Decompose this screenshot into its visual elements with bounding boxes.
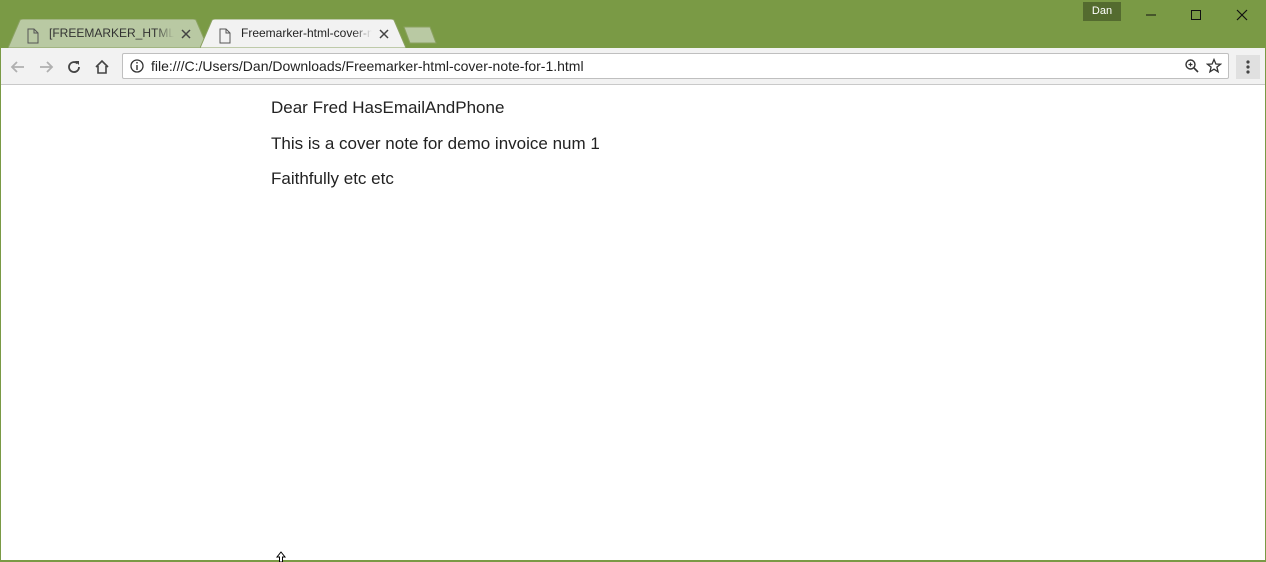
salutation-text: Dear Fred HasEmailAndPhone [271, 98, 505, 117]
tab-title: [FREEMARKER_HTML] Freemarker-html-cover-… [49, 26, 174, 40]
body-text: This is a cover note for demo invoice nu… [271, 134, 600, 153]
address-url[interactable]: file:///C:/Users/Dan/Downloads/Freemarke… [151, 54, 584, 78]
tab-freemarker-html[interactable]: [FREEMARKER_HTML] Freemarker-html-cover-… [8, 19, 208, 48]
closing-text: Faithfully etc etc [271, 169, 394, 188]
tab-freemarker-cover-note[interactable]: Freemarker-html-cover-note-for-1.html [200, 19, 406, 48]
browser-window: [FREEMARKER_HTML] Freemarker-html-cover-… [0, 0, 1266, 562]
browser-toolbar: file:///C:/Users/Dan/Downloads/Freemarke… [1, 48, 1265, 85]
page-icon [26, 26, 40, 43]
more-vert-icon [1246, 60, 1250, 74]
browser-menu-button[interactable] [1236, 55, 1260, 79]
maximize-button[interactable] [1173, 0, 1219, 30]
new-tab-button[interactable] [400, 26, 440, 44]
window-close-button[interactable] [1219, 0, 1265, 30]
address-bar[interactable]: file:///C:/Users/Dan/Downloads/Freemarke… [122, 53, 1229, 79]
back-button[interactable] [6, 55, 30, 79]
home-button[interactable] [90, 55, 114, 79]
tab-title: Freemarker-html-cover-note-for-1.html [241, 26, 372, 40]
back-arrow-icon [10, 61, 24, 73]
mouse-cursor-icon [275, 550, 287, 562]
page-icon [218, 26, 232, 43]
minimize-button[interactable] [1128, 0, 1174, 30]
tab-strip: [FREEMARKER_HTML] Freemarker-html-cover-… [0, 0, 1266, 48]
forward-button[interactable] [34, 55, 58, 79]
reload-icon [68, 61, 80, 73]
page-viewport: Dear Fred HasEmailAndPhone This is a cov… [1, 85, 1265, 560]
reload-button[interactable] [62, 55, 86, 79]
home-icon [95, 59, 109, 74]
bookmark-star-icon[interactable] [1205, 57, 1223, 74]
info-icon[interactable] [129, 58, 145, 74]
close-icon[interactable] [178, 26, 194, 42]
profile-badge[interactable]: Dan [1083, 2, 1121, 21]
zoom-icon[interactable] [1184, 58, 1200, 74]
forward-arrow-icon [40, 61, 54, 73]
close-icon[interactable] [376, 26, 392, 42]
